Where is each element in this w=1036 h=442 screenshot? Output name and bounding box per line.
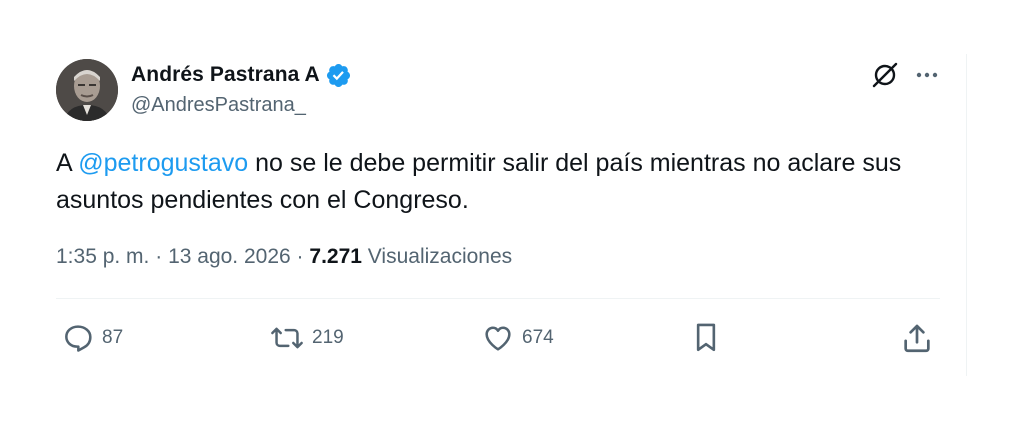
tweet-text-prefix: A [56, 149, 79, 177]
like-heart-icon [485, 326, 511, 351]
tweet-meta: 1:35 p. m. · 13 ago. 2026 · 7.271 Visual… [56, 245, 512, 269]
reply-button[interactable]: 87 [62, 320, 123, 356]
author-handle[interactable]: @AndresPastrana_ [131, 94, 306, 117]
mention-link[interactable]: @petrogustavo [78, 149, 248, 177]
card-border [966, 54, 967, 376]
repost-count: 219 [312, 327, 344, 348]
author-name-row[interactable]: Andrés Pastrana A [131, 62, 352, 88]
views-label: Visualizaciones [367, 245, 513, 268]
reply-icon [65, 325, 92, 352]
divider [56, 298, 940, 299]
repost-button[interactable]: 219 [270, 320, 344, 356]
repost-icon [271, 327, 303, 349]
bookmark-button[interactable] [690, 320, 722, 356]
tweet-card: Andrés Pastrana A @AndresPastrana_ A @pe… [0, 0, 1036, 442]
like-count: 674 [522, 327, 554, 348]
avatar[interactable] [56, 59, 118, 121]
like-button[interactable]: 674 [482, 320, 554, 356]
bookmark-icon [696, 323, 716, 352]
tweet-text: A @petrogustavo no se le debe permitir s… [56, 145, 946, 219]
share-icon [904, 324, 930, 353]
tweet-time[interactable]: 1:35 p. m. [56, 245, 149, 268]
meta-separator: · [155, 245, 163, 268]
meta-separator: · [296, 245, 304, 268]
avatar-photo [56, 59, 118, 121]
share-button[interactable] [900, 320, 934, 356]
views-count: 7.271 [309, 245, 362, 268]
author-display-name[interactable]: Andrés Pastrana A [131, 63, 320, 87]
verified-badge-icon[interactable] [325, 62, 352, 89]
tweet-date[interactable]: 13 ago. 2026 [168, 245, 291, 268]
reply-count: 87 [102, 327, 124, 348]
grok-icon[interactable] [870, 60, 900, 90]
more-options-icon[interactable] [912, 60, 942, 90]
